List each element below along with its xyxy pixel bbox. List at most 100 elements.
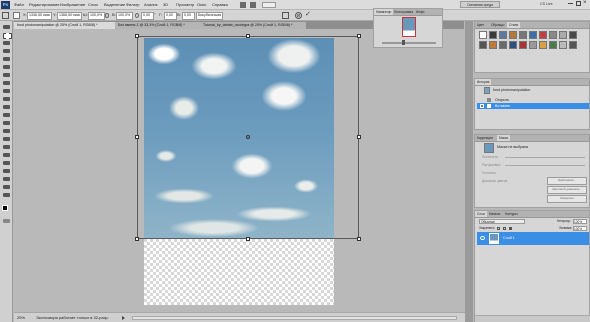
menu-help[interactable]: Справка	[212, 1, 228, 8]
pen-tool-icon[interactable]	[3, 137, 10, 141]
zoom-percent[interactable]: 25%	[17, 315, 25, 320]
layer-row[interactable]: Слой 1	[477, 232, 589, 245]
style-swatch[interactable]	[499, 31, 507, 39]
tab-styles[interactable]: Стили	[507, 22, 521, 28]
path-selection-tool-icon[interactable]	[3, 153, 10, 157]
opacity-field[interactable]: 100%	[573, 219, 587, 224]
minibridge-icon[interactable]	[250, 2, 256, 8]
transform-handle-tl[interactable]	[135, 34, 139, 38]
workspace-button[interactable]: Основная среда	[460, 1, 500, 8]
lock-all-icon[interactable]	[509, 227, 512, 230]
move-tool-icon[interactable]	[3, 25, 10, 29]
tab-paths[interactable]: Контуры	[503, 211, 520, 217]
hand-tool-icon[interactable]	[3, 185, 10, 189]
tab-channels[interactable]: Каналы	[487, 211, 502, 217]
reference-point-icon[interactable]	[13, 12, 20, 19]
tab-document-active[interactable]: fond photomanipulation @ 25% (Слой 1, RG…	[14, 22, 120, 29]
transform-handle-bm[interactable]	[246, 237, 250, 241]
style-swatch[interactable]	[529, 31, 537, 39]
layer-visibility-eye-icon[interactable]	[480, 236, 485, 240]
quick-mask-icon[interactable]	[3, 219, 10, 223]
style-swatch[interactable]	[529, 41, 537, 49]
tab-document-2[interactable]: Без имени-1 @ 33,3% (Слой 1, RGB/8) *	[115, 22, 205, 29]
canvas-area[interactable]	[14, 29, 465, 312]
invert-button[interactable]: Инверсия	[547, 195, 587, 203]
density-slider[interactable]	[505, 157, 585, 158]
interpolation-select[interactable]: Бикубическая	[196, 12, 223, 20]
zoom-tool-icon[interactable]	[3, 193, 10, 197]
cancel-transform-icon[interactable]: ⊘	[295, 12, 302, 19]
transform-handle-br[interactable]	[357, 237, 361, 241]
menu-file[interactable]: Файл	[14, 1, 24, 8]
style-swatch[interactable]	[499, 41, 507, 49]
style-swatch[interactable]	[549, 41, 557, 49]
style-swatch[interactable]	[509, 41, 517, 49]
marquee-tool-icon[interactable]	[3, 33, 12, 39]
history-brush-tool-icon[interactable]	[3, 97, 10, 101]
tab-layers[interactable]: Слои	[475, 211, 487, 217]
navigator-thumbnail[interactable]	[402, 17, 416, 37]
eraser-tool-icon[interactable]	[3, 105, 10, 109]
lock-pixels-icon[interactable]	[497, 227, 500, 230]
style-swatch[interactable]	[509, 31, 517, 39]
tab-masks[interactable]: Маски	[497, 135, 511, 141]
style-swatch[interactable]	[559, 31, 567, 39]
history-item-paste[interactable]: Вставить	[477, 103, 589, 109]
blend-mode-select[interactable]: Обычные	[479, 219, 525, 224]
transform-handle-ml[interactable]	[135, 135, 139, 139]
width-field[interactable]: 100,0%	[88, 12, 105, 20]
layer-name[interactable]: Слой 1	[503, 235, 515, 241]
window-minimize-icon[interactable]	[568, 3, 573, 4]
style-swatch[interactable]	[489, 31, 497, 39]
tab-info[interactable]: Инфо	[414, 9, 426, 15]
menu-analysis[interactable]: Анализ	[144, 1, 158, 8]
style-swatch[interactable]	[539, 41, 547, 49]
transform-handle-mr[interactable]	[357, 135, 361, 139]
color-range-button[interactable]: Цветовой диапазон...	[547, 186, 587, 194]
eyedropper-tool-icon[interactable]	[3, 65, 10, 69]
menu-layers[interactable]: Слои	[88, 1, 98, 8]
x-field[interactable]: 1336,50 пикс	[27, 12, 52, 20]
clone-stamp-tool-icon[interactable]	[3, 89, 10, 93]
foreground-color-swatch[interactable]	[2, 205, 8, 211]
navigator-zoom-slider[interactable]	[382, 42, 436, 44]
tab-adjustments[interactable]: Коррекция	[475, 135, 495, 141]
style-none-swatch[interactable]	[479, 31, 487, 39]
style-swatch[interactable]	[549, 31, 557, 39]
menu-edit[interactable]: Редактирование	[29, 1, 59, 8]
brush-tool-icon[interactable]	[3, 81, 10, 85]
healing-brush-tool-icon[interactable]	[3, 73, 10, 77]
y-field[interactable]: 1366,50 пикс	[57, 12, 82, 20]
style-swatch[interactable]	[569, 31, 577, 39]
menu-select[interactable]: Выделение	[104, 1, 125, 8]
style-swatch[interactable]	[539, 31, 547, 39]
window-maximize-icon[interactable]	[576, 1, 581, 6]
crop-tool-icon[interactable]	[3, 57, 10, 61]
history-snapshot-thumbnail[interactable]	[484, 87, 490, 94]
height-field[interactable]: 100,0%	[116, 12, 133, 20]
fill-field[interactable]: 100%	[573, 226, 587, 231]
style-swatch[interactable]	[489, 41, 497, 49]
transform-handle-tr[interactable]	[357, 34, 361, 38]
3d-rotate-tool-icon[interactable]	[3, 169, 10, 173]
transform-handle-bl[interactable]	[135, 237, 139, 241]
navigator-slider-knob[interactable]	[402, 40, 405, 45]
warp-icon[interactable]	[282, 12, 289, 19]
transform-center-point[interactable]	[246, 135, 250, 139]
blur-tool-icon[interactable]	[3, 121, 10, 125]
history-document-name[interactable]: fond photomanipulation	[493, 88, 530, 93]
zoom-level-dropdown[interactable]	[262, 2, 276, 8]
horizontal-scrollbar[interactable]	[132, 316, 457, 320]
style-swatch[interactable]	[569, 41, 577, 49]
quick-selection-tool-icon[interactable]	[3, 49, 10, 53]
menu-image[interactable]: Изображение	[60, 1, 85, 8]
menu-window[interactable]: Окно	[197, 1, 206, 8]
angle-field[interactable]: 0,00	[141, 12, 154, 20]
transform-handle-tm[interactable]	[246, 34, 250, 38]
window-close-icon[interactable]: ×	[583, 0, 589, 7]
style-swatch[interactable]	[559, 41, 567, 49]
mask-edge-button[interactable]: Край маски...	[547, 177, 587, 185]
menu-view[interactable]: Просмотр	[176, 1, 194, 8]
gradient-tool-icon[interactable]	[3, 113, 10, 117]
tab-document-3[interactable]: Tutorial_by_tabtab_nicolegra @ 25% (Слой…	[200, 22, 306, 29]
